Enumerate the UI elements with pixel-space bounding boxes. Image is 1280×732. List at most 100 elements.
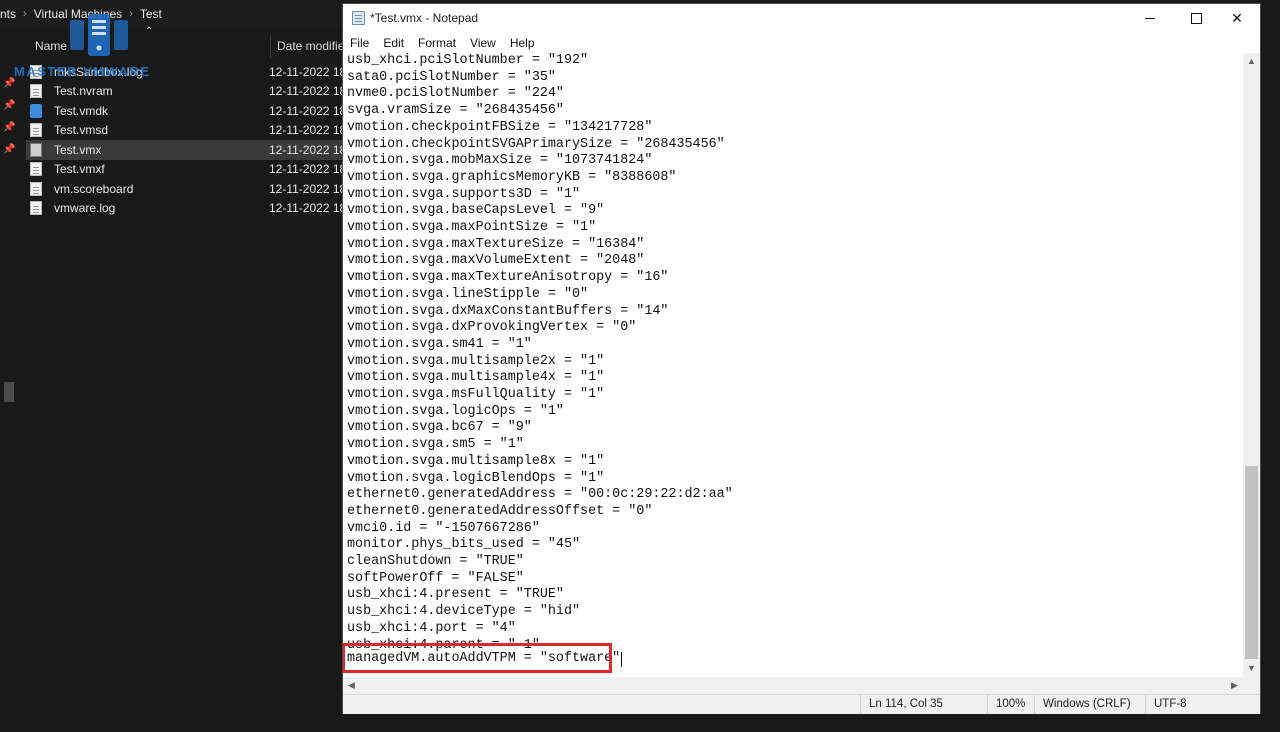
status-encoding: UTF-8: [1145, 695, 1187, 714]
code-line: vmotion.svga.supports3D = "1": [347, 186, 581, 202]
file-date: 12-11-2022 18: [269, 84, 347, 99]
status-line-ending: Windows (CRLF): [1034, 695, 1131, 714]
vertical-scrollbar-thumb[interactable]: [1245, 466, 1258, 659]
code-line: svga.vramSize = "268435456": [347, 103, 564, 119]
column-header-date-modified[interactable]: Date modified: [277, 32, 351, 60]
code-line: usb_xhci:4.present = "TRUE": [347, 587, 564, 603]
code-line: sata0.pciSlotNumber = "35": [347, 69, 556, 85]
menu-help[interactable]: Help: [503, 33, 542, 53]
code-line: vmotion.svga.sm5 = "1": [347, 437, 524, 453]
file-date: 12-11-2022 18: [269, 142, 347, 157]
vmx-config-icon: [30, 142, 42, 157]
file-date: 12-11-2022 18: [269, 103, 347, 118]
virtual-disk-icon: [30, 103, 42, 118]
navigation-pane: 📌 📌 📌 📌: [0, 28, 17, 732]
menu-view[interactable]: View: [463, 33, 503, 53]
file-row[interactable]: vm.scoreboard 12-11-2022 18: [30, 179, 350, 199]
scroll-right-arrow-icon[interactable]: ▶: [1226, 677, 1243, 694]
document-icon: [30, 162, 42, 177]
file-name: Test.vmx: [54, 142, 102, 157]
watermark-text: MASTER VMWARE: [14, 64, 151, 79]
file-row-selected[interactable]: Test.vmx 12-11-2022 18: [26, 140, 350, 160]
maximize-button[interactable]: [1173, 4, 1219, 33]
scroll-left-arrow-icon[interactable]: ◀: [343, 677, 360, 694]
highlight-annotation-box: [343, 643, 612, 673]
code-line: usb_xhci.pciSlotNumber = "192": [347, 53, 589, 68]
code-line: vmotion.svga.maxPointSize = "1": [347, 220, 597, 235]
server-tower-icon: [70, 14, 128, 56]
file-name: Test.vmsd: [54, 123, 109, 138]
scrollbar-corner: [1243, 677, 1260, 694]
status-bar: Ln 114, Col 35 100% Windows (CRLF) UTF-8: [343, 694, 1260, 714]
code-line: vmotion.svga.dxProvokingVertex = "0": [347, 320, 637, 336]
document-icon: [30, 123, 42, 138]
code-line: usb_xhci:4.deviceType = "hid": [347, 604, 581, 620]
file-row[interactable]: Test.vmxf 12-11-2022 18: [30, 160, 350, 180]
scroll-up-arrow-icon[interactable]: ▲: [1243, 53, 1260, 70]
code-line: monitor.phys_bits_used = "45": [347, 537, 581, 553]
file-name: vmware.log: [54, 201, 116, 216]
close-icon: ✕: [1231, 10, 1243, 26]
code-line: vmotion.svga.bc67 = "9": [347, 420, 532, 436]
file-row[interactable]: Test.vmdk 12-11-2022 18: [30, 101, 350, 121]
code-line: ethernet0.generatedAddress = "00:0c:29:2…: [347, 487, 733, 503]
minimize-button[interactable]: [1127, 4, 1173, 33]
code-line: vmotion.svga.dxMaxConstantBuffers = "14": [347, 303, 669, 319]
file-date: 12-11-2022 18: [269, 64, 347, 79]
code-line: vmotion.svga.mobMaxSize = "1073741824": [347, 153, 653, 169]
status-zoom: 100%: [987, 695, 1025, 714]
document-icon: [30, 181, 42, 196]
title-bar[interactable]: *Test.vmx - Notepad ✕: [343, 4, 1260, 33]
menu-edit[interactable]: Edit: [376, 33, 411, 53]
vertical-scrollbar[interactable]: ▲ ▼: [1243, 53, 1260, 677]
code-line: vmotion.checkpointSVGAPrimarySize = "268…: [347, 136, 725, 152]
text-editor-area[interactable]: usb_xhci.pciSlotNumber = "192" sata0.pciS…: [343, 53, 1243, 677]
pin-icon[interactable]: 📌: [3, 78, 15, 90]
code-line: vmotion.svga.baseCapsLevel = "9": [347, 203, 605, 219]
code-line: vmotion.svga.lineStipple = "0": [347, 286, 589, 302]
horizontal-scrollbar[interactable]: ◀ ▶: [343, 677, 1243, 694]
code-line: vmotion.svga.logicBlendOps = "1": [347, 470, 605, 486]
file-list: mksSandbox.log 12-11-2022 18 Test.nvram …: [26, 62, 350, 219]
code-line: vmotion.svga.msFullQuality = "1": [347, 387, 605, 402]
document-icon: [30, 201, 42, 216]
code-line: vmotion.svga.multisample4x = "1": [347, 370, 605, 386]
file-row[interactable]: Test.vmsd 12-11-2022 18: [30, 121, 350, 141]
notepad-window: *Test.vmx - Notepad ✕ File Edit Format V…: [343, 4, 1260, 714]
file-row[interactable]: Test.nvram 12-11-2022 18: [30, 82, 350, 102]
pin-icon[interactable]: 📌: [3, 144, 15, 156]
code-line: vmotion.svga.sm41 = "1": [347, 336, 532, 352]
window-title: *Test.vmx - Notepad: [370, 11, 479, 25]
file-date: 12-11-2022 18: [269, 123, 347, 138]
nav-scrollbar-thumb[interactable]: [4, 382, 14, 402]
column-divider[interactable]: [270, 36, 271, 58]
minimize-icon: [1145, 18, 1155, 19]
status-cursor-position: Ln 114, Col 35: [860, 695, 943, 714]
file-name: Test.vmxf: [54, 162, 105, 177]
scroll-down-arrow-icon[interactable]: ▼: [1243, 660, 1260, 677]
file-name: Test.vmdk: [54, 103, 109, 118]
text-caret: [621, 652, 623, 667]
notepad-app-icon[interactable]: [352, 11, 365, 25]
menu-file[interactable]: File: [343, 33, 376, 53]
code-line: vmotion.svga.logicOps = "1": [347, 403, 564, 419]
document-icon: [30, 84, 42, 99]
file-date: 12-11-2022 18: [269, 181, 347, 196]
code-line: nvme0.pciSlotNumber = "224": [347, 86, 564, 102]
code-line: vmotion.svga.maxTextureAnisotropy = "16": [347, 270, 669, 286]
code-line: cleanShutdown = "TRUE": [347, 554, 524, 569]
file-date: 12-11-2022 18: [269, 201, 347, 216]
pin-icon[interactable]: 📌: [3, 100, 15, 112]
menu-format[interactable]: Format: [411, 33, 463, 53]
file-row[interactable]: vmware.log 12-11-2022 18: [30, 199, 350, 219]
menu-bar: File Edit Format View Help: [343, 33, 1260, 53]
watermark-logo: MASTER VMWARE: [14, 12, 186, 84]
file-date: 12-11-2022 18: [269, 162, 347, 177]
file-name: Test.nvram: [54, 84, 113, 99]
close-button[interactable]: ✕: [1214, 4, 1260, 33]
code-line: vmotion.svga.multisample8x = "1": [347, 453, 605, 469]
maximize-icon: [1190, 13, 1202, 24]
pin-icon[interactable]: 📌: [3, 122, 15, 134]
code-line: usb_xhci:4.port = "4": [347, 620, 516, 636]
code-line: vmotion.svga.maxTextureSize = "16384": [347, 236, 645, 252]
